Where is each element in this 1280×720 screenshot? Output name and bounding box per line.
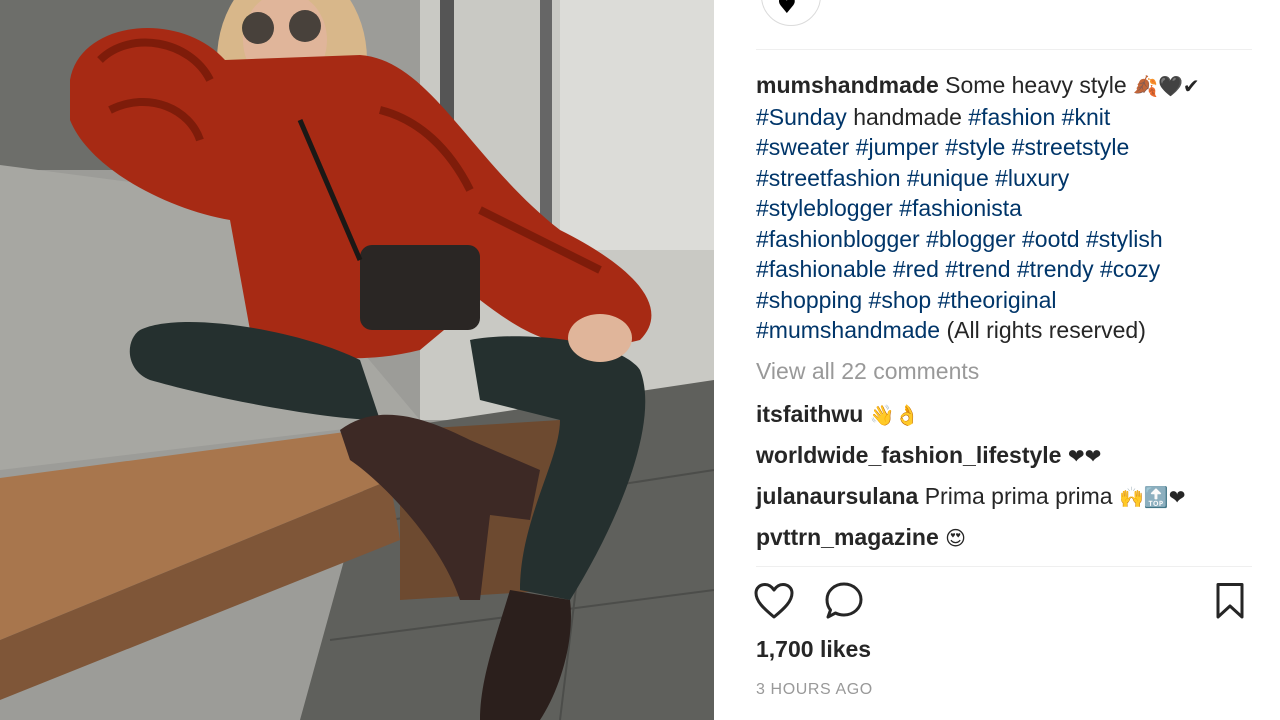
hashtag-link[interactable]: #streetstyle [1012, 134, 1130, 160]
hashtag-link[interactable]: #red [893, 256, 939, 282]
hashtag-link[interactable]: #trend [945, 256, 1010, 282]
caption-text: Some heavy style [945, 72, 1127, 98]
hashtag-link[interactable]: #streetfashion [756, 165, 900, 191]
caption-line: #shopping #shop #theoriginal [756, 285, 1256, 316]
caption-username[interactable]: mumshandmade [756, 72, 939, 98]
bookmark-icon [1216, 583, 1244, 619]
post-caption: mumshandmade Some heavy style 🍂🖤✔ #Sunda… [756, 70, 1256, 346]
comment: itsfaithwu 👋👌 [756, 401, 920, 428]
comment: worldwide_fashion_lifestyle ❤❤ [756, 442, 1101, 469]
divider [756, 49, 1252, 50]
comment-username[interactable]: itsfaithwu [756, 401, 863, 427]
comment-emoji: 😍 [945, 526, 967, 550]
comment-username[interactable]: pvttrn_magazine [756, 524, 939, 550]
hashtag-link[interactable]: #shop [869, 287, 932, 313]
post-details-panel: ♥ mumshandmade Some heavy style 🍂🖤✔ #Sun… [714, 0, 1280, 720]
view-all-comments-link[interactable]: View all 22 comments [756, 358, 979, 385]
comment: julanaursulana Prima prima prima 🙌🔝❤ [756, 483, 1186, 510]
hashtag-link[interactable]: #blogger [926, 226, 1016, 252]
hashtag-link[interactable]: #ootd [1022, 226, 1080, 252]
speech-bubble-icon [825, 582, 863, 619]
hashtag-link[interactable]: #luxury [995, 165, 1069, 191]
comment-text: Prima prima prima [924, 483, 1113, 509]
like-button[interactable] [752, 580, 796, 622]
comment-username[interactable]: julanaursulana [756, 483, 918, 509]
caption-line: #mumshandmade (All rights reserved) [756, 315, 1256, 346]
caption-line: #fashionblogger #blogger #ootd #stylish [756, 224, 1256, 255]
caption-line: #fashionable #red #trend #trendy #cozy [756, 254, 1256, 285]
caption-text: handmade [846, 103, 969, 130]
hashtag-link[interactable]: #shopping [756, 287, 862, 313]
hashtag-link[interactable]: #unique [907, 165, 989, 191]
comment: pvttrn_magazine 😍 [756, 524, 966, 551]
post-photo[interactable] [0, 0, 714, 720]
heart-outline-icon [754, 583, 794, 619]
hashtag-link[interactable]: #trendy [1017, 256, 1094, 282]
caption-emoji: 🍂🖤✔ [1133, 74, 1200, 98]
comment-emoji: 👋👌 [869, 403, 920, 427]
caption-text: (All rights reserved) [940, 317, 1146, 343]
heart-icon: ♥ [777, 0, 797, 19]
hashtag-link[interactable]: #jumper [856, 134, 939, 160]
hashtag-link[interactable]: #theoriginal [938, 287, 1057, 313]
caption-line: #sweater #jumper #style #streetstyle [756, 132, 1256, 163]
comment-emoji: ❤❤ [1067, 444, 1102, 468]
divider [756, 566, 1252, 567]
post-image [0, 0, 714, 720]
hashtag-link[interactable]: #fashionable [756, 256, 886, 282]
comment-button[interactable] [822, 580, 866, 622]
likes-count[interactable]: 1,700 likes [756, 636, 871, 663]
caption-line: #streetfashion #unique #luxury [756, 163, 1256, 194]
comment-username[interactable]: worldwide_fashion_lifestyle [756, 442, 1061, 468]
hashtag-link[interactable]: #sweater [756, 134, 849, 160]
hashtag-link[interactable]: #Sunday [756, 104, 847, 130]
hashtag-link[interactable]: #fashion [968, 104, 1055, 130]
caption-hashtags: #Sunday handmade #fashion #knit #sweater … [756, 102, 1256, 346]
comment-emoji: 🙌🔝❤ [1118, 485, 1186, 509]
hashtag-link[interactable]: #stylish [1086, 226, 1163, 252]
caption-line: #Sunday handmade #fashion #knit [756, 102, 1256, 133]
hashtag-link[interactable]: #mumshandmade [756, 317, 940, 343]
hashtag-link[interactable]: #style [945, 134, 1005, 160]
hashtag-link[interactable]: #fashionista [899, 195, 1022, 221]
post-timestamp: 3 HOURS AGO [756, 681, 873, 698]
caption-line: #styleblogger #fashionista [756, 193, 1256, 224]
hashtag-link[interactable]: #fashionblogger [756, 226, 920, 252]
hashtag-link[interactable]: #cozy [1100, 256, 1160, 282]
hashtag-link[interactable]: #styleblogger [756, 195, 893, 221]
hashtag-link[interactable]: #knit [1062, 104, 1111, 130]
save-button[interactable] [1208, 580, 1252, 622]
